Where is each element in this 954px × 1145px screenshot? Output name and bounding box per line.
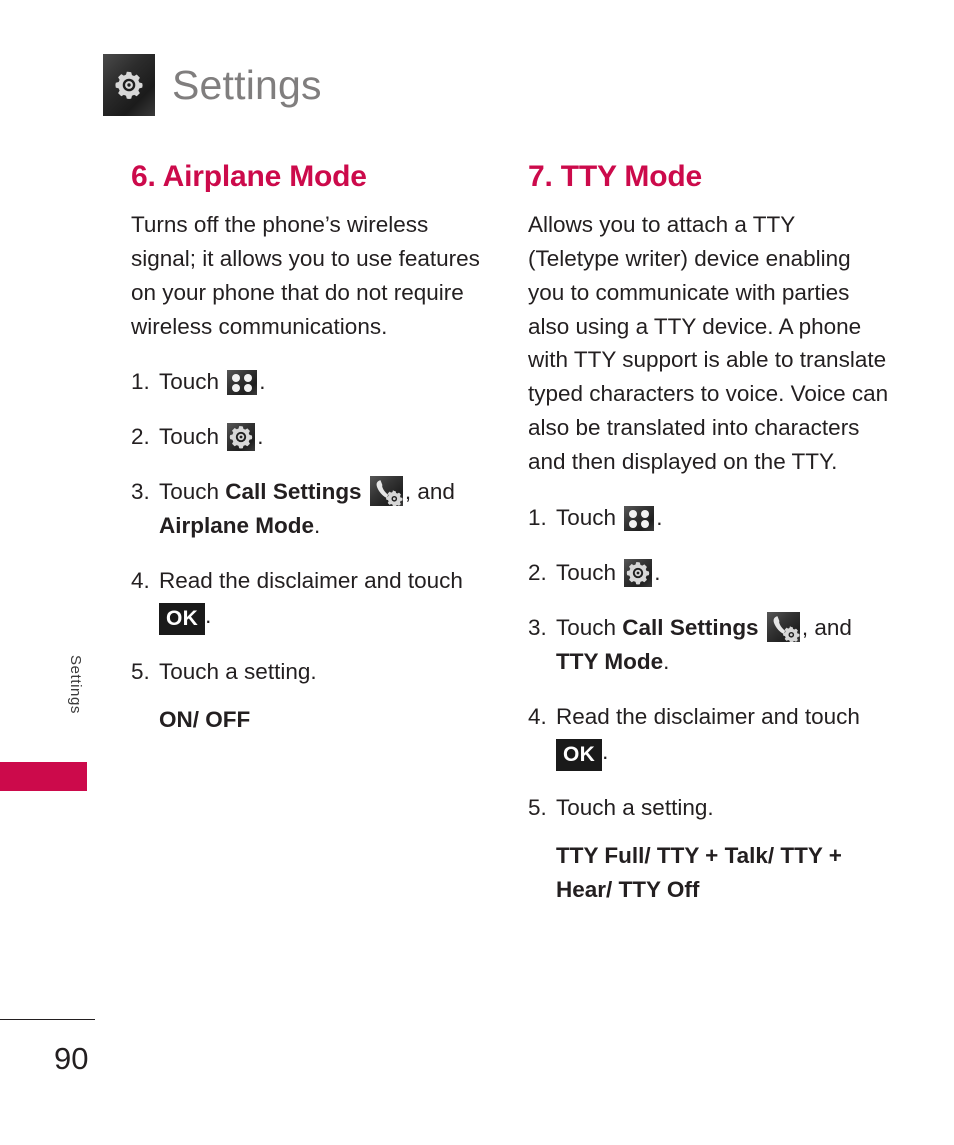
step-text: Touch a setting. [159, 658, 317, 684]
footer-divider [0, 1019, 95, 1020]
page-header: Settings [103, 54, 322, 116]
step-bold-call-settings: Call Settings [622, 614, 759, 640]
step-text-post: . [654, 559, 661, 585]
step-number: 3. [528, 614, 547, 640]
call-settings-icon[interactable] [369, 475, 403, 506]
side-tab-marker [0, 762, 87, 791]
step-number: 5. [131, 658, 150, 684]
page-number: 90 [54, 1041, 89, 1076]
step-list: 1. Touch . 2. Touch . 3. Touch Call Sett… [131, 365, 491, 689]
ok-button[interactable]: OK [556, 738, 603, 771]
step-text-pre: Read the disclaimer and touch [556, 703, 860, 729]
list-item: 1. Touch . [131, 365, 491, 400]
list-item: 4. Read the disclaimer and touch OK. [528, 700, 890, 771]
step-number: 2. [131, 424, 150, 450]
step-text-mid: , and [404, 478, 455, 504]
step-text-post: . [314, 513, 321, 539]
step-number: 4. [131, 568, 150, 594]
list-item: 2. Touch . [528, 556, 890, 591]
step-text-pre: Touch [159, 369, 226, 395]
step-bold-target: Airplane Mode [159, 513, 315, 539]
section-tty-mode: 7. TTY Mode Allows you to attach a TTY (… [528, 160, 890, 927]
section-heading: 6. Airplane Mode [131, 160, 367, 193]
step-text-post: . [205, 602, 212, 628]
step-number: 4. [528, 703, 547, 729]
step-text-post: . [259, 369, 266, 395]
step-text-pre: Touch [556, 505, 623, 531]
gear-icon[interactable] [624, 558, 653, 587]
step-number: 3. [131, 478, 150, 504]
setting-values: TTY Full/ TTY + Talk/ TTY + Hear/ TTY Of… [556, 843, 842, 902]
step-text-mid: , and [801, 614, 852, 640]
step-text-pre: Touch [159, 424, 226, 450]
setting-values: ON/ OFF [159, 707, 251, 733]
section-heading: 7. TTY Mode [528, 160, 702, 193]
gear-icon [103, 54, 155, 116]
step-text-pre: Read the disclaimer and touch [159, 568, 463, 594]
step-text: Touch . [556, 501, 890, 536]
step-text-post: . [656, 505, 663, 531]
step-text: Read the disclaimer and touch OK. [556, 700, 890, 771]
list-item: 5. Touch a setting. [131, 655, 491, 690]
step-text: Touch . [556, 556, 890, 591]
page-title: Settings [172, 61, 322, 108]
list-item: 3. Touch Call Settings , and TTY Mode. [528, 611, 890, 680]
side-tab-label: Settings [67, 655, 84, 714]
list-item: 3. Touch Call Settings , and Airplane Mo… [131, 475, 491, 544]
step-text-post: . [663, 649, 670, 675]
step-number: 5. [528, 794, 547, 820]
step-text-pre: Touch [556, 559, 623, 585]
step-number: 2. [528, 559, 547, 585]
step-text-post: . [602, 738, 609, 764]
section-body: Allows you to attach a TTY (Teletype wri… [528, 211, 889, 475]
list-item: 2. Touch . [131, 420, 491, 455]
step-text: Touch . [159, 365, 491, 400]
ok-button[interactable]: OK [159, 602, 206, 635]
step-text: Touch a setting. [556, 794, 714, 820]
grid-menu-icon[interactable] [227, 370, 258, 396]
section-airplane-mode: 6. Airplane Mode Turns off the phone’s w… [131, 160, 491, 757]
section-body: Turns off the phone’s wireless signal; i… [131, 211, 480, 339]
call-settings-icon[interactable] [766, 611, 800, 642]
step-bold-target: TTY Mode [556, 649, 664, 675]
step-bold-call-settings: Call Settings [225, 478, 362, 504]
step-text: Touch Call Settings , and TTY Mode. [556, 611, 890, 680]
step-text-post: . [257, 424, 264, 450]
step-text: Read the disclaimer and touch OK. [159, 564, 491, 635]
step-text-pre: Touch [556, 614, 623, 640]
step-text-pre: Touch [159, 478, 226, 504]
list-item: 5. Touch a setting. [528, 791, 890, 826]
step-list: 1. Touch . 2. Touch . 3. Touch Call Sett… [528, 501, 890, 825]
step-text: Touch Call Settings , and Airplane Mode. [159, 475, 491, 544]
gear-icon[interactable] [227, 423, 256, 452]
step-number: 1. [528, 505, 547, 531]
grid-menu-icon[interactable] [624, 506, 655, 532]
list-item: 4. Read the disclaimer and touch OK. [131, 564, 491, 635]
list-item: 1. Touch . [528, 501, 890, 536]
step-text: Touch . [159, 420, 491, 455]
step-number: 1. [131, 369, 150, 395]
